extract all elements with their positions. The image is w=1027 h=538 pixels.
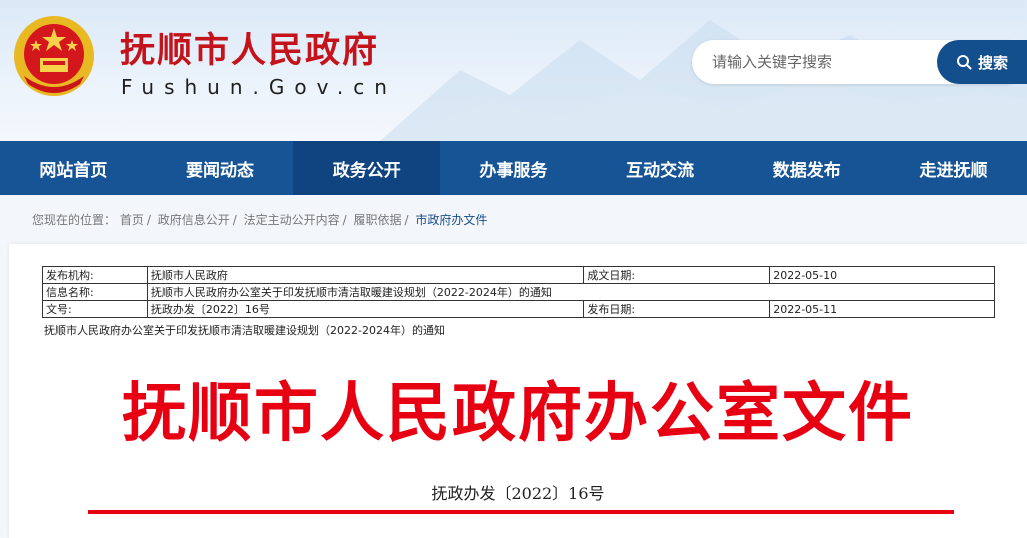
site-domain: Fushun.Gov.cn: [121, 75, 397, 99]
created-date-value: 2022-05-10: [769, 266, 995, 284]
search-button-label: 搜索: [977, 53, 1008, 72]
doc-number-value: 抚政办发〔2022〕16号: [146, 300, 585, 318]
document-meta-table: 发布机构: 抚顺市人民政府 成文日期: 2022-05-10 信息名称: 抚顺市…: [42, 266, 996, 318]
breadcrumb-item-gov-info[interactable]: 政府信息公开: [158, 213, 230, 227]
nav-item-news[interactable]: 要闻动态: [147, 141, 294, 195]
info-name-value: 抚顺市人民政府办公室关于印发抚顺市清洁取暖建设规划（2022-2024年）的通知: [146, 283, 996, 301]
document-red-title: 抚顺市人民政府办公室文件: [122, 376, 914, 451]
nav-item-about[interactable]: 走进抚顺: [880, 141, 1027, 195]
site-title: 抚顺市人民政府: [120, 31, 380, 71]
search-input[interactable]: [712, 40, 932, 84]
document-subject: 抚顺市人民政府办公室关于印发抚顺市清洁取暖建设规划（2022-2024年）的通知: [44, 324, 445, 337]
search-icon: [956, 55, 972, 70]
breadcrumb-item-current[interactable]: 市政府办文件: [415, 213, 487, 227]
nav-item-gov-affairs[interactable]: 政务公开: [293, 141, 441, 195]
doc-number-label: 文号:: [42, 300, 148, 318]
nav-item-data[interactable]: 数据发布: [733, 141, 880, 195]
search-button[interactable]: 搜索: [937, 40, 1027, 84]
table-row: 文号: 抚政办发〔2022〕16号 发布日期: 2022-05-11: [42, 300, 995, 318]
nav-item-home[interactable]: 网站首页: [0, 141, 147, 195]
main-nav: 网站首页 要闻动态 政务公开 办事服务 互动交流 数据发布 走进抚顺: [0, 141, 1027, 195]
created-date-label: 成文日期:: [583, 266, 771, 284]
breadcrumb-item-legal-content[interactable]: 法定主动公开内容: [244, 213, 340, 227]
publisher-value: 抚顺市人民政府: [146, 266, 585, 284]
content-card: 发布机构: 抚顺市人民政府 成文日期: 2022-05-10 信息名称: 抚顺市…: [9, 244, 1027, 538]
site-header: 抚顺市人民政府 Fushun.Gov.cn: [0, 0, 1027, 141]
national-emblem-icon: [14, 16, 94, 96]
info-name-label: 信息名称:: [42, 283, 148, 301]
publish-date-value: 2022-05-11: [769, 300, 995, 318]
table-row: 信息名称: 抚顺市人民政府办公室关于印发抚顺市清洁取暖建设规划（2022-202…: [42, 283, 996, 301]
publish-date-label: 发布日期:: [583, 300, 771, 318]
red-divider: [88, 510, 954, 514]
publisher-label: 发布机构:: [42, 266, 148, 284]
nav-item-interaction[interactable]: 互动交流: [587, 141, 734, 195]
document-number: 抚政办发〔2022〕16号: [431, 484, 605, 503]
breadcrumb: 您现在的位置： 首页 / 政府信息公开 / 法定主动公开内容 / 履职依据 / 市政府办…: [32, 213, 488, 227]
nav-item-services[interactable]: 办事服务: [440, 141, 587, 195]
breadcrumb-item-basis[interactable]: 履职依据: [354, 213, 402, 227]
breadcrumb-item-home[interactable]: 首页: [120, 213, 144, 227]
breadcrumb-prefix: 您现在的位置：: [32, 213, 117, 227]
table-row: 发布机构: 抚顺市人民政府 成文日期: 2022-05-10: [42, 266, 995, 284]
